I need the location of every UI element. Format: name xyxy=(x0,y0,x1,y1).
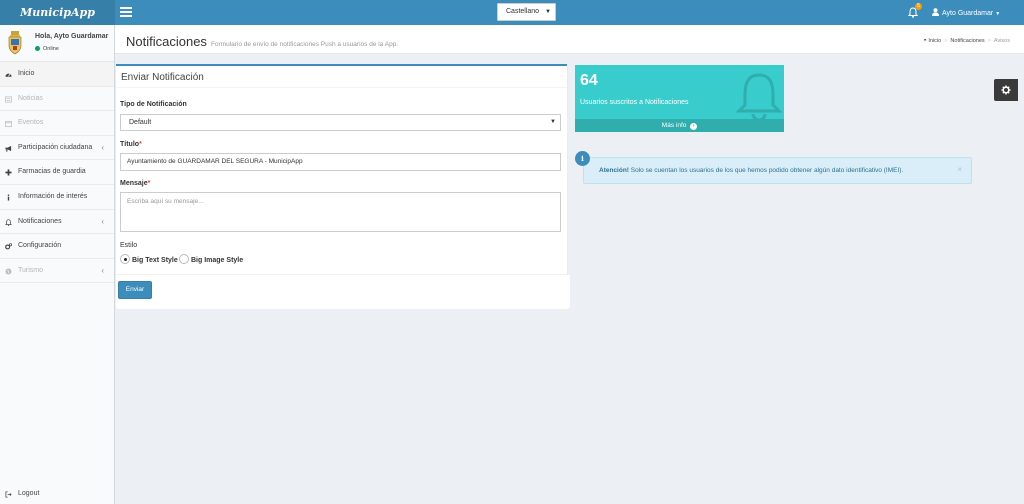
style-label: Estilo xyxy=(120,242,138,249)
message-label: Mensaje* xyxy=(120,180,151,187)
close-icon[interactable]: × xyxy=(957,165,962,174)
sidebar-item-label: Turismo xyxy=(18,266,44,274)
box-title: Enviar Notificación xyxy=(121,72,204,83)
info-circle-icon: i xyxy=(575,151,590,166)
dashboard-icon: ◓ xyxy=(923,38,927,44)
user-panel: Hola, Ayto Guardamar Online xyxy=(0,25,114,62)
newspaper-icon xyxy=(5,96,12,103)
sidebar-item-label: Eventos xyxy=(18,119,44,127)
attention-callout: i Atención! Solo se cuentan los usuarios… xyxy=(575,151,972,184)
top-navbar: MunicipApp Castellano ▼ 5 Ayto Guardamar… xyxy=(0,0,1024,25)
radio-big-image-style[interactable]: Big Image Style xyxy=(179,254,243,264)
notification-count-badge: 5 xyxy=(915,3,922,10)
subscribers-label: Usuarios suscritos a Notificaciones xyxy=(580,99,689,106)
sidebar-item-label: Participación ciudadana xyxy=(18,143,93,151)
user-menu-label: Ayto Guardamar xyxy=(942,10,994,17)
sidebar-item-participacion[interactable]: Participación ciudadana ‹ xyxy=(0,136,114,161)
logout-label: Logout xyxy=(18,490,40,497)
sidebar-item-eventos[interactable]: Eventos xyxy=(0,111,114,136)
sidebar-item-farmacias[interactable]: Farmacias de guardia xyxy=(0,160,114,185)
box-footer: Enviar xyxy=(116,274,570,309)
sidebar-item-label: Configuración xyxy=(18,242,62,250)
logout-link[interactable]: Logout xyxy=(0,484,114,504)
page-subtitle: Formulario de envío de notificaciones Pu… xyxy=(210,41,399,48)
breadcrumb: ◓ Inicio > Notificaciones > Avisos xyxy=(923,38,1010,44)
caret-down-icon: ▼ xyxy=(550,119,556,125)
coat-of-arms-avatar xyxy=(8,31,22,55)
more-info-link[interactable]: Más info › xyxy=(575,119,784,132)
plus-icon xyxy=(5,169,12,176)
sidebar-item-noticias[interactable]: Noticias xyxy=(0,87,114,112)
sidebar-item-label: Notificaciones xyxy=(18,217,62,225)
breadcrumb-item-notificaciones[interactable]: Notificaciones xyxy=(950,38,984,44)
sign-out-icon xyxy=(5,491,12,498)
bullhorn-icon xyxy=(5,145,12,152)
calendar-icon xyxy=(5,121,12,128)
language-select-value: Castellano xyxy=(506,8,540,15)
control-sidebar-toggle[interactable] xyxy=(994,79,1018,101)
breadcrumb-item-avisos: Avisos xyxy=(993,38,1010,44)
sidebar-item-inicio[interactable]: Inicio xyxy=(0,62,114,87)
arrow-circle-right-icon: › xyxy=(690,123,698,130)
radio-big-text-style[interactable]: Big Text Style xyxy=(120,254,178,264)
user-menu[interactable]: Ayto Guardamar ▼ xyxy=(932,8,1000,18)
sidebar-item-configuracion[interactable]: Configuración xyxy=(0,234,114,259)
language-select[interactable]: Castellano ▼ xyxy=(497,3,556,21)
chevron-left-icon: ‹ xyxy=(101,216,104,226)
user-greeting: Hola, Ayto Guardamar xyxy=(35,33,109,40)
online-dot-icon xyxy=(35,46,40,51)
sidebar-item-notificaciones[interactable]: Notificaciones ‹ xyxy=(0,210,114,235)
content-header: Notificaciones Formulario de envío de not… xyxy=(115,25,1024,54)
user-icon xyxy=(932,8,939,18)
caret-down-icon: ▼ xyxy=(545,9,551,15)
app-logo[interactable]: MunicipApp xyxy=(0,0,115,25)
sidebar-item-turismo[interactable]: Turismo ‹ xyxy=(0,259,114,284)
radio-unchecked-icon xyxy=(179,254,189,264)
page-title: Notificaciones Formulario de envío de not… xyxy=(126,34,399,49)
notification-type-value: Default xyxy=(129,119,152,126)
subscribers-stat-box: 64 Usuarios suscritos a Notificaciones M… xyxy=(575,65,784,132)
title-input[interactable]: Ayuntamiento de GUARDAMAR DEL SEGURA - M… xyxy=(120,153,561,171)
caret-down-icon: ▼ xyxy=(995,11,1001,17)
title-label: Título* xyxy=(120,141,142,148)
globe-icon xyxy=(5,268,12,275)
notifications-bell-icon[interactable]: 5 xyxy=(907,3,922,19)
sidebar-item-label: Inicio xyxy=(18,70,35,77)
cogs-icon xyxy=(5,243,12,250)
info-icon xyxy=(7,194,10,201)
breadcrumb-item-inicio[interactable]: Inicio xyxy=(928,38,941,44)
radio-checked-icon xyxy=(120,254,130,264)
sidebar-item-informacion[interactable]: Información de interés xyxy=(0,185,114,210)
sidebar-item-label: Farmacias de guardia xyxy=(18,168,86,176)
sidebar: Hola, Ayto Guardamar Online Inicio Notic… xyxy=(0,25,115,504)
type-label: Tipo de Notificación xyxy=(120,101,187,108)
notification-type-select[interactable]: Default ▼ xyxy=(120,114,561,131)
chevron-left-icon: ‹ xyxy=(101,265,104,275)
chevron-left-icon: ‹ xyxy=(101,142,104,152)
user-status: Online xyxy=(35,46,59,52)
message-textarea[interactable]: Escriba aquí su mensaje... xyxy=(120,192,561,232)
callout-text: Atención! Solo se cuentan los usuarios d… xyxy=(599,167,904,174)
bell-icon xyxy=(735,73,783,122)
send-button[interactable]: Enviar xyxy=(118,281,152,299)
send-notification-box: Enviar Notificación Tipo de Notificación… xyxy=(116,64,567,274)
box-divider xyxy=(116,87,567,88)
dashboard-icon xyxy=(5,73,12,77)
bell-icon xyxy=(5,218,12,226)
gear-icon xyxy=(1001,85,1011,95)
sidebar-item-label: Noticias xyxy=(18,94,43,102)
subscribers-count: 64 xyxy=(580,72,598,89)
sidebar-toggle-icon[interactable] xyxy=(120,7,132,17)
sidebar-item-label: Información de interés xyxy=(18,192,88,200)
